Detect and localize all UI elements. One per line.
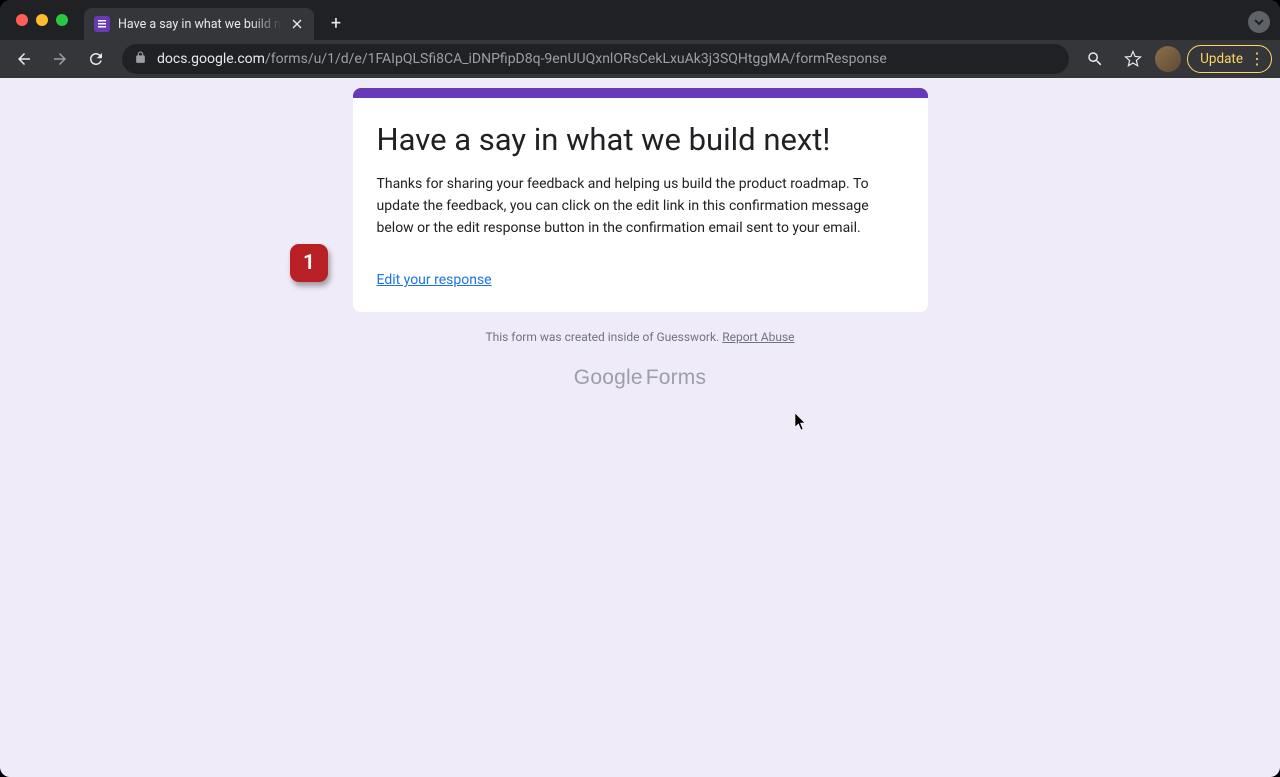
url-path: /forms/u/1/d/e/1FAIpQLSfi8CA_iDNPfipD8q-… [265, 51, 887, 67]
confirmation-message: Thanks for sharing your feedback and hel… [377, 174, 904, 239]
tab-title: Have a say in what we build ne [118, 17, 282, 32]
report-abuse-link[interactable]: Report Abuse [722, 330, 794, 344]
profile-avatar[interactable] [1155, 46, 1181, 72]
logo-google: Google [574, 366, 643, 389]
minimize-window-button[interactable] [36, 14, 48, 26]
browser-window: Have a say in what we build ne + d [0, 0, 1280, 777]
maximize-window-button[interactable] [56, 14, 68, 26]
tabs-dropdown-icon[interactable] [1248, 11, 1270, 33]
bookmark-icon[interactable] [1117, 43, 1149, 75]
zoom-icon[interactable] [1079, 43, 1111, 75]
url-host: docs.google.com [157, 51, 265, 67]
back-button[interactable] [8, 43, 40, 75]
lock-icon [134, 51, 147, 68]
tab-bar: Have a say in what we build ne + [0, 0, 1280, 40]
reload-button[interactable] [80, 43, 112, 75]
address-bar-row: docs.google.com/forms/u/1/d/e/1FAIpQLSfi… [0, 40, 1280, 78]
footer-note: This form was created inside of Guesswor… [353, 330, 928, 344]
url: docs.google.com/forms/u/1/d/e/1FAIpQLSfi… [157, 51, 887, 67]
edit-response-link[interactable]: Edit your response [377, 272, 492, 288]
update-button[interactable]: Update ⋮ [1187, 45, 1272, 73]
close-tab-button[interactable] [290, 17, 304, 31]
form-container: Have a say in what we build next! Thanks… [353, 88, 928, 390]
confirmation-card: Have a say in what we build next! Thanks… [353, 88, 928, 312]
google-forms-logo[interactable]: GoogleForms [353, 366, 928, 390]
window-controls [16, 14, 68, 26]
page-viewport: Have a say in what we build next! Thanks… [0, 78, 1280, 777]
new-tab-button[interactable]: + [322, 9, 350, 37]
browser-tab[interactable]: Have a say in what we build ne [84, 8, 314, 40]
forms-favicon-icon [94, 16, 110, 32]
footer-text: This form was created inside of Guesswor… [485, 330, 722, 344]
close-window-button[interactable] [16, 14, 28, 26]
update-label: Update [1200, 51, 1243, 67]
logo-forms: Forms [646, 366, 707, 389]
forward-button[interactable] [44, 43, 76, 75]
address-bar[interactable]: docs.google.com/forms/u/1/d/e/1FAIpQLSfi… [122, 44, 1069, 74]
cursor-icon [795, 413, 807, 431]
annotation-badge-1: 1 [290, 244, 328, 282]
form-title: Have a say in what we build next! [377, 120, 904, 160]
